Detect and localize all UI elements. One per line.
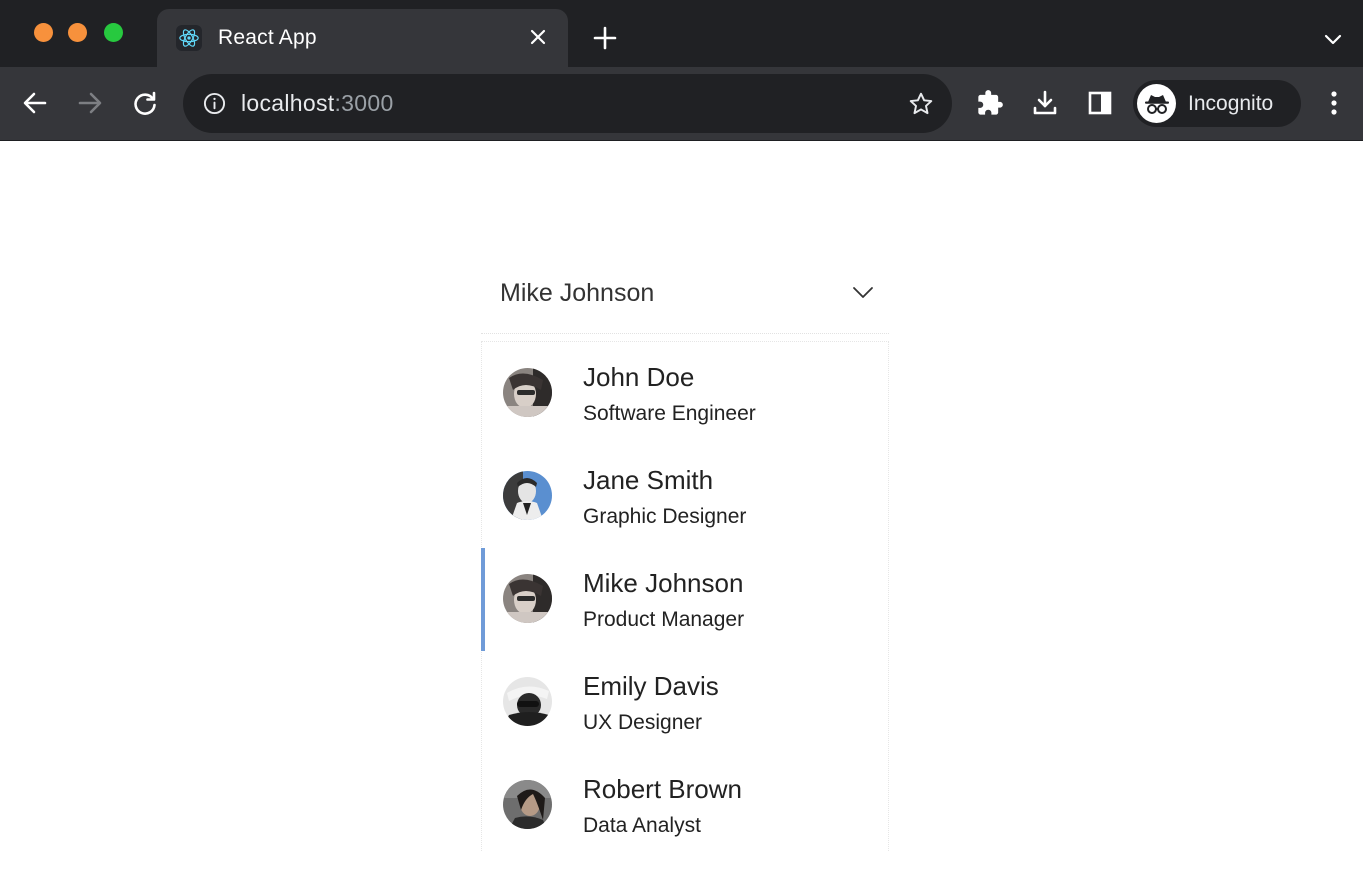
avatar [503,677,552,726]
option-mike-johnson[interactable]: Mike Johnson Product Manager [481,548,888,651]
option-robert-brown[interactable]: Robert Brown Data Analyst [482,754,888,857]
option-name: Jane Smith [583,465,714,495]
incognito-label: Incognito [1188,92,1274,115]
browser-tab-active[interactable]: React App [157,9,568,67]
avatar [503,471,552,520]
option-role: Graphic Designer [583,505,747,528]
user-select-trigger[interactable]: Mike Johnson [481,262,889,334]
forward-arrow-icon[interactable] [72,85,108,121]
window-maximize-button[interactable] [104,23,123,42]
incognito-icon [1137,84,1176,123]
new-tab-plus-icon[interactable] [591,24,619,52]
user-options-list: John Doe Software Engineer Jane Smith Gr… [481,341,889,851]
puzzle-icon[interactable] [972,85,1008,121]
info-icon[interactable] [203,92,226,115]
avatar [503,574,552,623]
tab-title: React App [218,26,317,49]
option-john-doe[interactable]: John Doe Software Engineer [482,342,888,445]
option-name: John Doe [583,362,695,392]
selected-value: Mike Johnson [500,279,655,307]
option-role: UX Designer [583,711,703,734]
option-jane-smith[interactable]: Jane Smith Graphic Designer [482,445,888,548]
close-tab-icon[interactable] [527,26,549,48]
kebab-menu-icon[interactable] [1316,85,1352,121]
option-role: Data Analyst [583,814,701,837]
window-minimize-button[interactable] [68,23,87,42]
url-port: :3000 [334,90,394,116]
side-panel-icon[interactable] [1082,85,1118,121]
browser-title-bar: React App [0,0,1363,67]
tab-search-chevron-icon[interactable] [1320,26,1346,52]
option-emily-davis[interactable]: Emily Davis UX Designer [482,651,888,754]
option-name: Mike Johnson [583,568,744,598]
window-close-button[interactable] [34,23,53,42]
toolbar-divider [0,140,1363,141]
star-icon[interactable] [908,91,934,117]
download-icon[interactable] [1027,85,1063,121]
address-bar[interactable]: localhost:3000 [183,74,952,133]
option-role: Product Manager [583,608,745,631]
url-text[interactable]: localhost:3000 [241,90,394,117]
back-arrow-icon[interactable] [17,85,53,121]
chevron-down-icon [853,287,873,298]
option-name: Emily Davis [583,671,719,701]
incognito-profile-button[interactable]: Incognito [1133,80,1301,127]
avatar [503,780,552,829]
reload-icon[interactable] [127,85,163,121]
url-host: localhost [241,90,335,116]
option-role: Software Engineer [583,402,756,425]
option-name: Robert Brown [583,774,742,804]
avatar [503,368,552,417]
react-logo-icon [176,25,202,51]
